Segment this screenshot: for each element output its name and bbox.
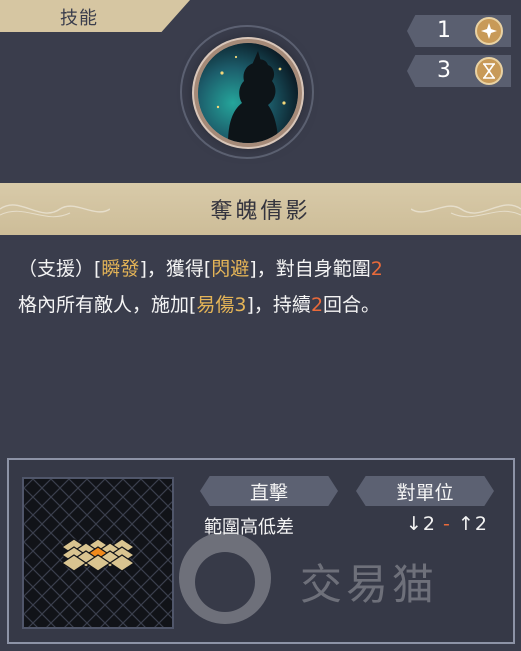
keyword-evade: 閃避 (211, 258, 250, 280)
watermark-text: 交易猫 (300, 560, 439, 609)
skill-portrait (198, 43, 298, 143)
desc-text: 格內所有敵人，施加[ (18, 294, 197, 316)
cost-counter: 1 (407, 15, 511, 47)
desc-text: ]，獲得[ (139, 258, 212, 280)
range-tiles (60, 538, 136, 572)
range-number: 2 (370, 258, 383, 280)
range-map (24, 479, 172, 627)
duration-number: 2 (310, 294, 324, 316)
keyword-vulnerable: 易傷3 (196, 294, 247, 316)
attack-type-tag: 直擊 (200, 476, 338, 506)
cooldown-value: 3 (437, 58, 451, 83)
height-difference-value: ↓2 - ↑2 (406, 513, 488, 535)
desc-text: （支援）[ (18, 258, 102, 280)
height-difference-label: 範圍高低差 (204, 517, 294, 538)
cost-value: 1 (437, 18, 451, 43)
height-up: ↑2 (457, 513, 488, 535)
silhouette-image (216, 51, 286, 143)
skill-tab-label: 技能 (60, 8, 98, 29)
height-dash: - (436, 513, 458, 535)
keyword-instant: 瞬發 (101, 258, 140, 280)
target-type-tag: 對單位 (356, 476, 494, 506)
skill-name-banner: 奪魄倩影 (0, 183, 521, 235)
banner-ornament-right (411, 204, 521, 218)
sparkle-icon (475, 17, 503, 45)
desc-text: ]，持續 (246, 294, 311, 316)
range-grid (22, 477, 174, 629)
height-down: ↓2 (406, 513, 437, 535)
cooldown-counter: 3 (407, 55, 511, 87)
skill-description: （支援）[瞬發]，獲得[閃避]，對自身範圍2 格內所有敵人，施加[易傷3]，持續2… (18, 251, 510, 323)
desc-text: ]，對自身範圍 (249, 258, 371, 280)
hourglass-icon (475, 57, 503, 85)
desc-text: 回合。 (323, 294, 381, 316)
